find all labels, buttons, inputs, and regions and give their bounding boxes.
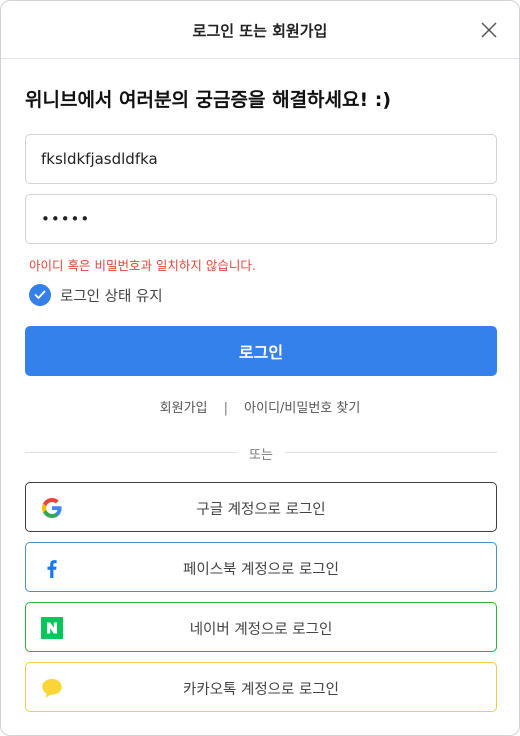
divider-text: 또는 (249, 448, 273, 463)
find-account-link[interactable]: 아이디/비밀번호 찾기 (244, 401, 360, 416)
google-login-label: 구글 계정으로 로그인 (196, 502, 326, 518)
checkbox-checked-icon[interactable] (29, 284, 51, 306)
or-divider: 또는 (25, 444, 497, 463)
modal-header: 로그인 또는 회원가입 (1, 1, 519, 59)
error-message: 아이디 혹은 비밀번호과 일치하지 않습니다. (29, 258, 256, 273)
divider-line-right (285, 452, 497, 453)
login-button[interactable]: 로그인 (25, 326, 497, 376)
kakao-login-label: 카카오톡 계정으로 로그인 (183, 682, 339, 698)
signup-link[interactable]: 회원가입 (160, 401, 208, 416)
account-links: 회원가입 | 아이디/비밀번호 찾기 (1, 397, 519, 416)
naver-login-button[interactable]: 네이버 계정으로 로그인 (25, 602, 497, 652)
google-login-button[interactable]: 구글 계정으로 로그인 (25, 482, 497, 532)
facebook-login-button[interactable]: 페이스북 계정으로 로그인 (25, 542, 497, 592)
kakao-login-button[interactable]: 카카오톡 계정으로 로그인 (25, 662, 497, 712)
password-input[interactable] (25, 194, 497, 244)
keep-login-label: 로그인 상태 유지 (60, 288, 163, 305)
link-separator: | (223, 401, 229, 416)
modal-title: 로그인 또는 회원가입 (192, 22, 328, 40)
facebook-login-label: 페이스북 계정으로 로그인 (183, 562, 339, 578)
login-modal: 로그인 또는 회원가입 위니브에서 여러분의 궁금증을 해결하세요! :) 아이… (0, 0, 520, 736)
id-input[interactable] (25, 134, 497, 184)
naver-login-label: 네이버 계정으로 로그인 (189, 622, 333, 638)
page-headline: 위니브에서 여러분의 궁금증을 해결하세요! :) (25, 89, 392, 111)
close-icon[interactable] (479, 20, 499, 40)
keep-login-toggle[interactable]: 로그인 상태 유지 (29, 284, 163, 306)
